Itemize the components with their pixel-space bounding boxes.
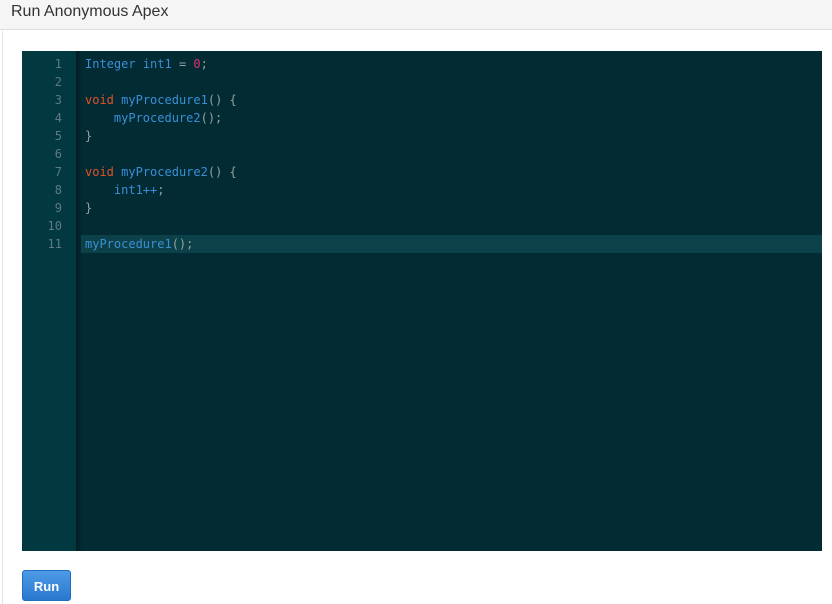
run-button[interactable]: Run xyxy=(22,570,71,601)
code-lines[interactable]: Integer int1 = 0; void myProcedure1() { … xyxy=(85,55,822,253)
line-numbers: 1 2 3 4 5 6 7 8 9 10 11 xyxy=(22,55,62,253)
code-line[interactable]: myProcedure2(); xyxy=(85,109,822,127)
code-token: Integer xyxy=(85,57,136,71)
code-token: myProcedure2 xyxy=(113,111,201,125)
code-editor[interactable]: 1 2 3 4 5 6 7 8 9 10 11 Integer int1 = 0; void myP… xyxy=(22,51,822,551)
code-line[interactable]: int1++; xyxy=(85,181,822,199)
line-number: 2 xyxy=(54,75,62,89)
code-token: ; xyxy=(200,57,208,71)
code-token: } xyxy=(85,201,93,215)
line-number: 4 xyxy=(54,111,62,125)
code-token: () { xyxy=(207,93,237,107)
header-bar: Run Anonymous Apex xyxy=(0,0,832,30)
page: Run Anonymous Apex 1 2 3 4 5 6 7 8 9 10 11 Integer… xyxy=(0,0,832,604)
code-token: void xyxy=(85,93,114,107)
line-number: 3 xyxy=(54,93,62,107)
code-token: void xyxy=(85,165,114,179)
line-number: 8 xyxy=(54,183,62,197)
code-token: myProcedure1 xyxy=(85,237,172,251)
code-token: 0 xyxy=(193,57,201,71)
code-token: myProcedure1 xyxy=(121,93,208,107)
code-token: ; xyxy=(157,183,165,197)
code-line[interactable]: Integer int1 = 0; xyxy=(85,55,822,73)
code-line[interactable]: myProcedure1(); xyxy=(85,235,822,253)
code-line[interactable]: } xyxy=(85,127,822,145)
code-line[interactable]: void myProcedure1() { xyxy=(85,91,822,109)
code-token: () { xyxy=(207,165,237,179)
line-number: 10 xyxy=(47,219,62,233)
code-line[interactable] xyxy=(85,73,822,91)
page-title: Run Anonymous Apex xyxy=(11,3,169,20)
code-line[interactable] xyxy=(85,217,822,235)
editor-gutter: 1 2 3 4 5 6 7 8 9 10 11 xyxy=(22,51,76,551)
line-number: 11 xyxy=(47,237,62,251)
code-token: myProcedure2 xyxy=(121,165,208,179)
code-line[interactable]: void myProcedure2() { xyxy=(85,163,822,181)
code-token: (); xyxy=(171,237,194,251)
gutter-shadow xyxy=(76,51,82,551)
code-line[interactable] xyxy=(85,145,822,163)
line-number: 7 xyxy=(54,165,62,179)
line-number: 9 xyxy=(54,201,62,215)
code-token: } xyxy=(85,129,93,143)
line-number: 1 xyxy=(54,57,62,71)
line-number: 5 xyxy=(54,129,62,143)
line-number: 6 xyxy=(54,147,62,161)
code-line[interactable]: } xyxy=(85,199,822,217)
code-token: int1 xyxy=(142,57,172,71)
code-token: (); xyxy=(200,111,223,125)
code-token: int1++ xyxy=(113,183,158,197)
